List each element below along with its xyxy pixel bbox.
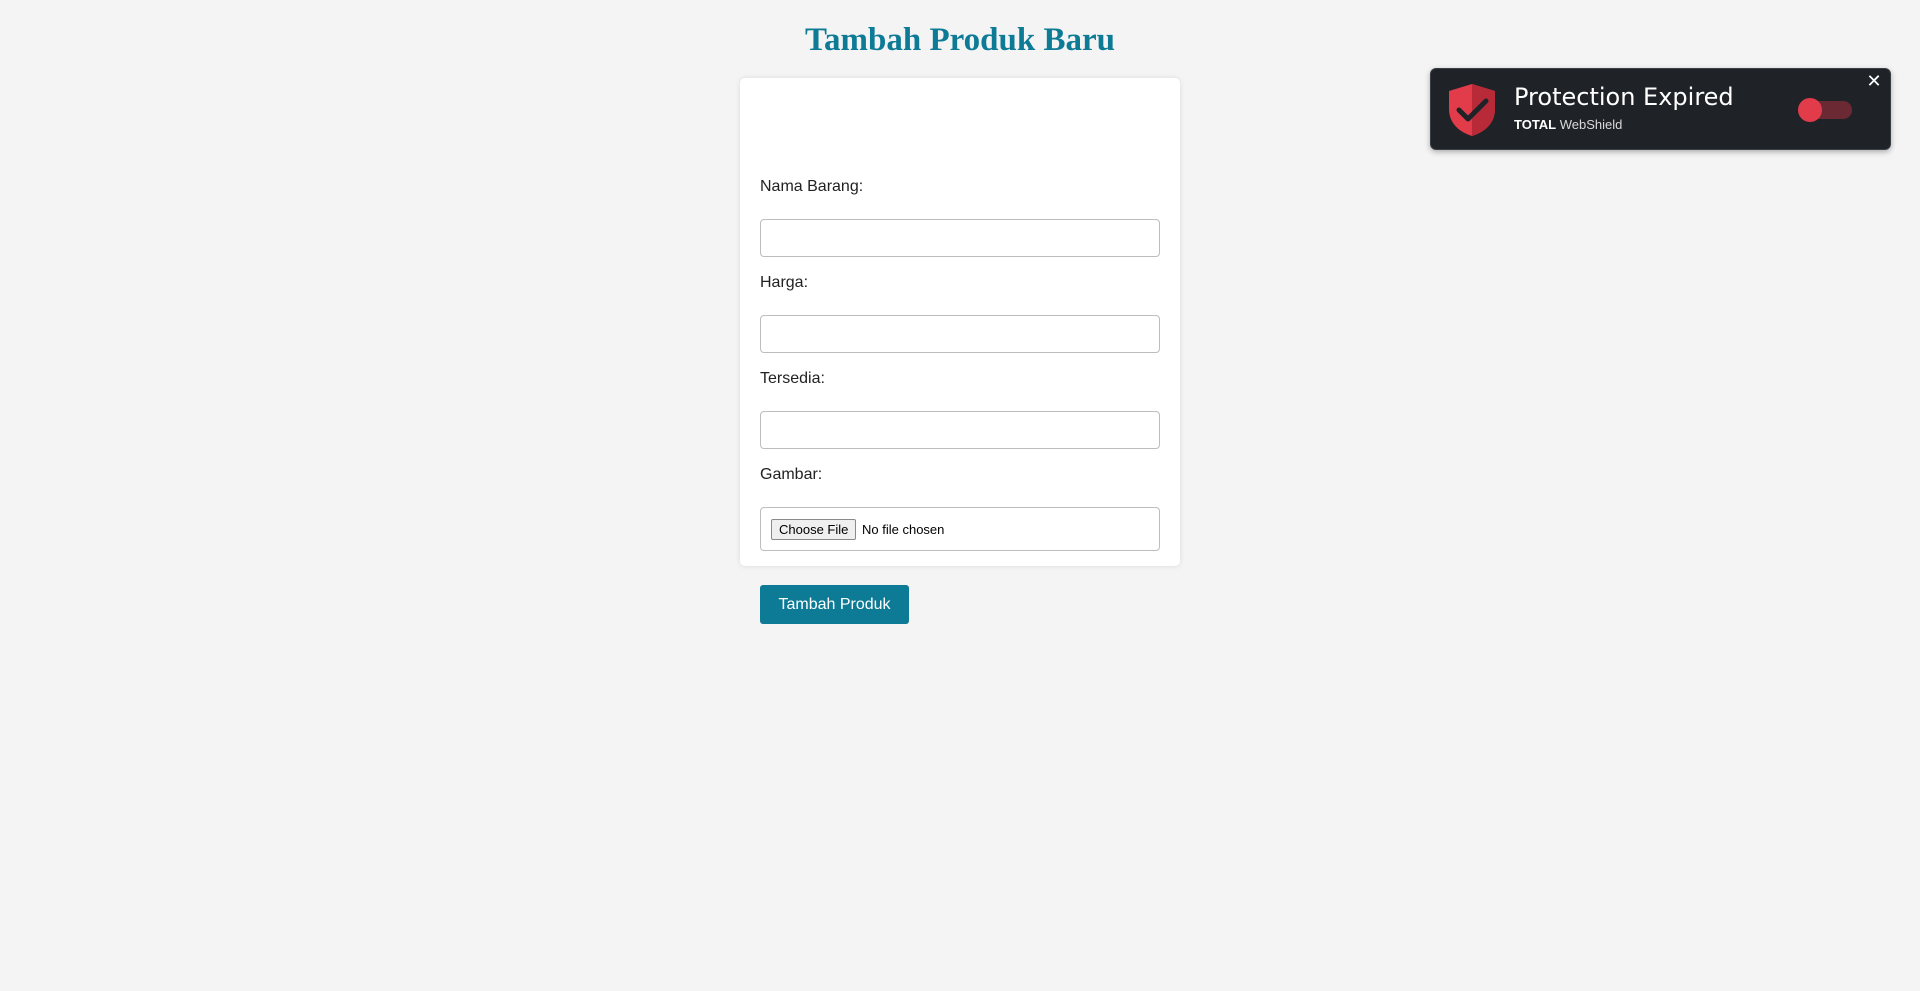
stock-input[interactable] <box>760 411 1160 449</box>
add-product-button[interactable]: Tambah Produk <box>760 585 909 624</box>
toggle-knob <box>1798 98 1822 122</box>
webshield-notification: Protection Expired TOTAL WebShield ✕ <box>1430 68 1891 150</box>
stock-label: Tersedia: <box>760 370 825 387</box>
protection-toggle[interactable] <box>1798 98 1854 122</box>
choose-file-button[interactable]: Choose File <box>771 519 857 540</box>
price-label: Harga: <box>760 274 809 291</box>
product-name-label: Nama Barang: <box>760 178 864 195</box>
product-name-input[interactable] <box>760 219 1160 257</box>
shield-check-icon <box>1449 84 1495 136</box>
page-title: Tambah Produk Baru <box>805 22 1115 58</box>
close-icon[interactable]: ✕ <box>1865 73 1883 91</box>
brand-name-bold: TOTAL <box>1514 117 1557 132</box>
brand-name-rest: WebShield <box>1559 117 1623 132</box>
image-label: Gambar: <box>760 466 823 483</box>
file-status-text: No file chosen <box>862 522 945 537</box>
notification-title: Protection Expired <box>1514 83 1734 111</box>
price-input[interactable] <box>760 315 1160 353</box>
image-file-input[interactable]: Choose File No file chosen <box>760 507 1160 551</box>
add-product-form: Nama Barang: Harga: Tersedia: Gambar: Ch… <box>740 78 1180 624</box>
brand-name: TOTAL WebShield <box>1514 117 1622 133</box>
